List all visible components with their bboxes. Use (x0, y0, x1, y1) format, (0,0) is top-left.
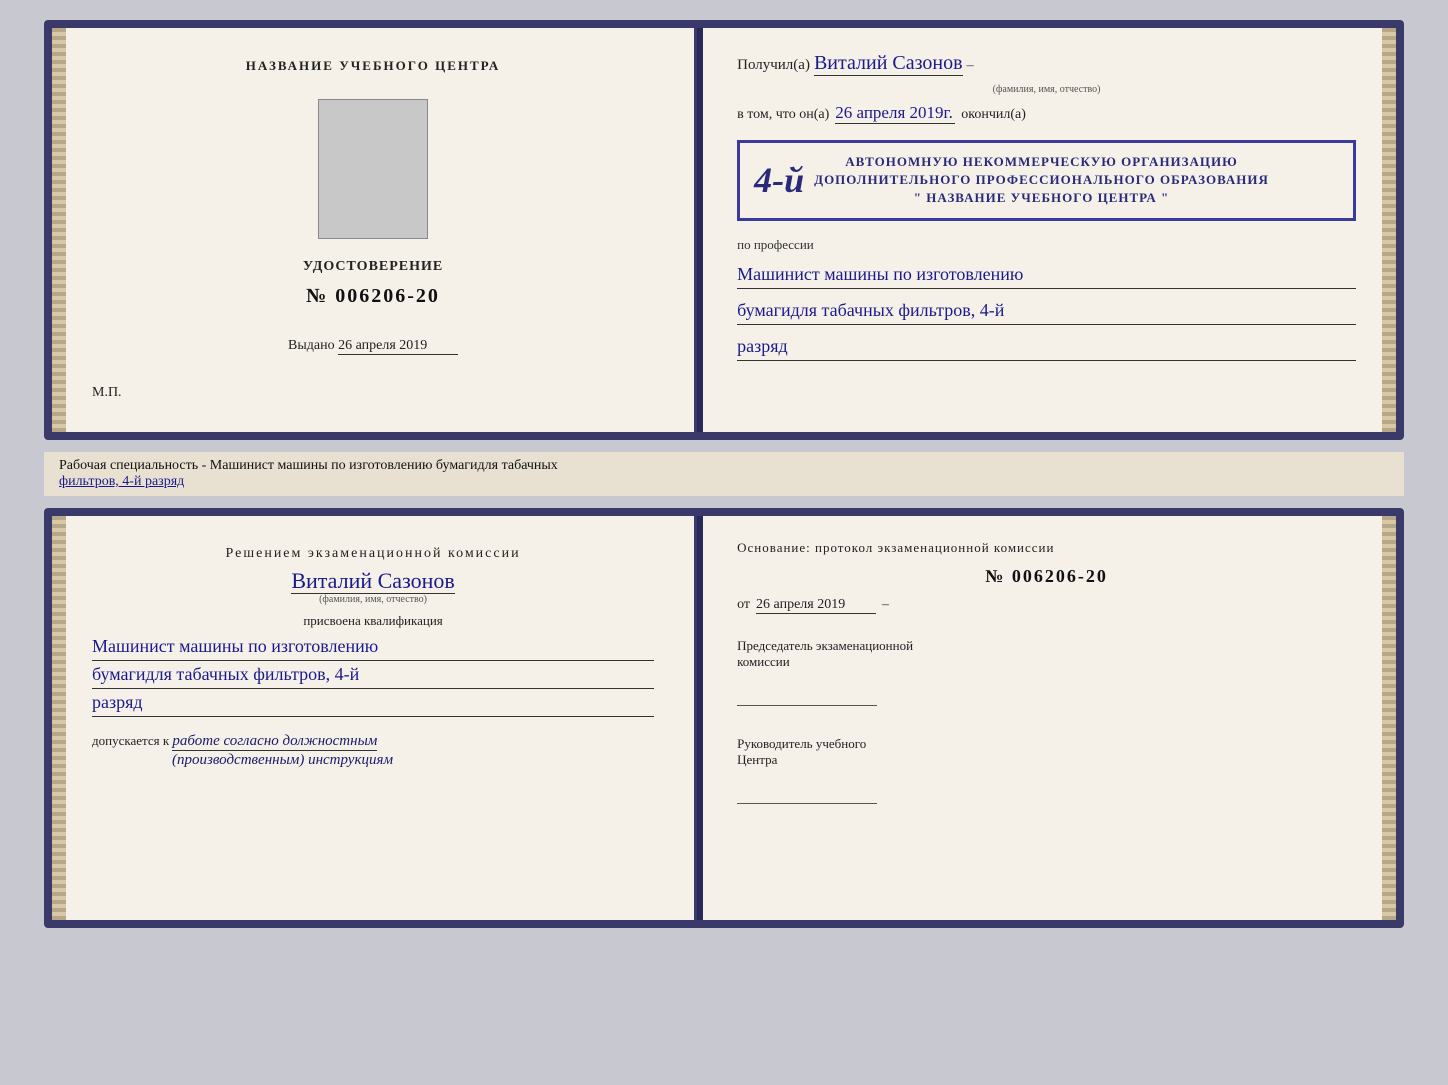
allowed-value2: (производственным) инструкциям (172, 752, 393, 768)
bottom-document: Решением экзаменационной комиссии Витали… (44, 508, 1404, 928)
issued-line: Выдано 26 апреля 2019 (288, 338, 458, 355)
completed-line: в том, что он(а) 26 апреля 2019г. окончи… (737, 103, 1356, 124)
stamp-line3: " НАЗВАНИЕ УЧЕБНОГО ЦЕНТРА " (814, 189, 1269, 207)
allowed-value: работе согласно должностным (172, 733, 377, 751)
profession-line3: разряд (737, 333, 1356, 361)
mp-label: М.П. (92, 385, 122, 401)
recipient-caption: (фамилия, имя, отчество) (737, 84, 1356, 95)
chairman-signature-line (737, 686, 877, 706)
head-label: Руководитель учебного Центра (737, 736, 1356, 768)
right-binding-edge (1382, 28, 1396, 432)
basis-label: Основание: протокол экзаменационной коми… (737, 540, 1356, 556)
right-binding-edge-2 (1382, 516, 1396, 920)
chairman-label: Председатель экзаменационной комиссии (737, 638, 1356, 670)
allowed-label: допускается к работе согласно должностны… (92, 733, 377, 751)
recipient-name: Виталий Сазонов (814, 52, 963, 76)
person-name-bottom: Виталий Сазонов (291, 568, 454, 594)
completed-date: 26 апреля 2019г. (835, 103, 955, 124)
cert-number: № 006206-20 (306, 285, 440, 308)
dash-right: – (882, 597, 889, 613)
stamp-big-number: 4-й (754, 162, 804, 198)
commission-title: Решением экзаменационной комиссии (226, 546, 521, 562)
basis-date-line: от 26 апреля 2019 – (737, 597, 1356, 614)
top-doc-left-panel: НАЗВАНИЕ УЧЕБНОГО ЦЕНТРА УДОСТОВЕРЕНИЕ №… (52, 28, 697, 432)
bottom-doc-left-panel: Решением экзаменационной комиссии Витали… (52, 516, 697, 920)
profession-label: по профессии (737, 237, 1356, 253)
top-doc-right-panel: Получил(а) Виталий Сазонов – (фамилия, и… (697, 28, 1396, 432)
assigned-label: присвоена квалификация (303, 613, 442, 629)
stamp-area: 4-й АВТОНОМНУЮ НЕКОММЕРЧЕСКУЮ ОРГАНИЗАЦИ… (737, 140, 1356, 221)
cert-label: УДОСТОВЕРЕНИЕ (303, 259, 443, 275)
stamp-line1: АВТОНОМНУЮ НЕКОММЕРЧЕСКУЮ ОРГАНИЗАЦИЮ (814, 153, 1269, 171)
work-specialty-bar: Рабочая специальность - Машинист машины … (44, 452, 1404, 496)
photo-placeholder (318, 99, 428, 239)
person-caption-bottom: (фамилия, имя, отчество) (319, 594, 427, 605)
top-document: НАЗВАНИЕ УЧЕБНОГО ЦЕНТРА УДОСТОВЕРЕНИЕ №… (44, 20, 1404, 440)
basis-date: 26 апреля 2019 (756, 597, 876, 614)
qual-line3: разряд (92, 689, 654, 717)
school-name-top: НАЗВАНИЕ УЧЕБНОГО ЦЕНТРА (246, 58, 501, 74)
recipient-line: Получил(а) Виталий Сазонов – (737, 52, 1356, 76)
profession-line1: Машинист машины по изготовлению (737, 261, 1356, 289)
bottom-doc-right-panel: Основание: протокол экзаменационной коми… (697, 516, 1396, 920)
dash: – (967, 58, 974, 74)
qual-line1: Машинист машины по изготовлению (92, 633, 654, 661)
head-signature-line (737, 784, 877, 804)
qual-line2: бумагидля табачных фильтров, 4-й (92, 661, 654, 689)
stamp-line2: ДОПОЛНИТЕЛЬНОГО ПРОФЕССИОНАЛЬНОГО ОБРАЗО… (814, 171, 1269, 189)
profession-line2: бумагидля табачных фильтров, 4-й (737, 297, 1356, 325)
specialty-underlined: фильтров, 4-й разряд (59, 474, 184, 489)
basis-number: № 006206-20 (737, 566, 1356, 587)
